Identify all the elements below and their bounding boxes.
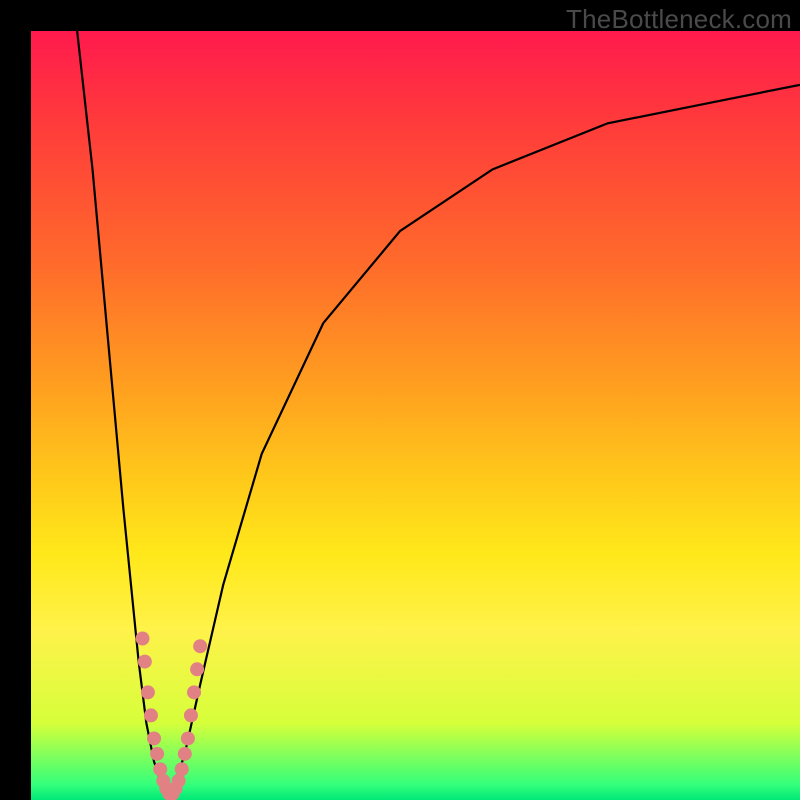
marker-dot xyxy=(193,639,207,653)
plot-area xyxy=(31,31,800,800)
marker-dot xyxy=(187,685,201,699)
marker-dot xyxy=(190,662,204,676)
marker-dot xyxy=(159,781,173,795)
marker-dot xyxy=(150,747,164,761)
curve-right-branch xyxy=(169,85,800,800)
marker-dot xyxy=(144,708,158,722)
curve-left-branch xyxy=(77,31,169,800)
marker-dot xyxy=(136,632,150,646)
marker-dot xyxy=(181,731,195,745)
curve-svg xyxy=(31,31,800,800)
marker-dot xyxy=(172,774,186,788)
chart-frame: TheBottleneck.com xyxy=(0,0,800,800)
marker-dot xyxy=(147,731,161,745)
marker-dot xyxy=(162,787,176,800)
marker-dot xyxy=(156,774,170,788)
marker-dot xyxy=(184,708,198,722)
marker-dot xyxy=(169,781,183,795)
marker-dot xyxy=(153,762,167,776)
marker-dot xyxy=(166,787,180,800)
marker-dot xyxy=(175,762,189,776)
marker-dot xyxy=(141,685,155,699)
marker-dot xyxy=(178,747,192,761)
marker-dot xyxy=(138,655,152,669)
